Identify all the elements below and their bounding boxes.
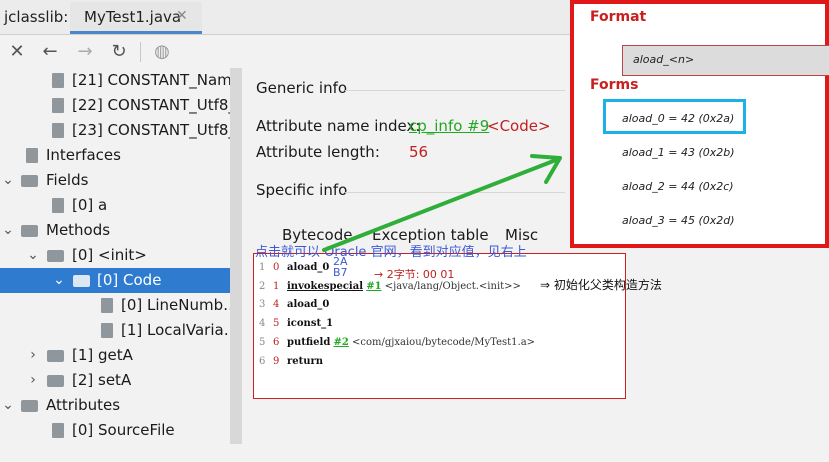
browser-icon[interactable]: ◍ <box>150 40 174 64</box>
tree-item-label: [22] CONSTANT_Utf8_… <box>72 96 230 114</box>
folder-icon <box>21 400 38 412</box>
tree-item-label: Interfaces <box>46 146 121 164</box>
tree-item-label: [1] LocalVaria… <box>121 321 230 339</box>
form-entry: aload_2 = 44 (0x2c) <box>622 180 734 193</box>
tree-item-label: [23] CONSTANT_Utf8_… <box>72 121 230 139</box>
generic-info-heading: Generic info <box>256 79 348 97</box>
file-icon <box>52 123 64 138</box>
back-arrow-icon[interactable]: ← <box>38 40 62 64</box>
form-entry: aload_0 = 42 (0x2a) <box>622 112 735 125</box>
chevron-right-icon[interactable]: › <box>26 368 40 393</box>
tree-scrollbar[interactable] <box>230 68 242 444</box>
instruction-link[interactable]: invokespecial <box>287 281 363 292</box>
annotation-two-bytes: → 2字节: 00 01 <box>374 268 455 281</box>
tree-item-label: [0] LineNumb… <box>121 296 230 314</box>
active-tab-indicator <box>70 31 202 34</box>
bytecode-line: 6 9 return <box>259 356 324 367</box>
annotation-init-note: ⇒ 初始化父类构造方法 <box>540 278 662 292</box>
folder-icon <box>47 375 64 387</box>
chevron-down-icon[interactable]: ⌄ <box>1 218 15 243</box>
tree-item-label: Attributes <box>46 396 121 414</box>
tree-item-selected[interactable]: ⌄ [0] Code <box>0 268 230 293</box>
tree-item-label: [0] Code <box>97 271 162 289</box>
class-structure-tree: [21] CONSTANT_Nam… [22] CONSTANT_Utf8_… … <box>0 68 243 462</box>
folder-icon <box>47 350 64 362</box>
tree-item[interactable]: [22] CONSTANT_Utf8_… <box>0 93 230 118</box>
tree-item[interactable]: [23] CONSTANT_Utf8_… <box>0 118 230 143</box>
tree-item[interactable]: [0] a <box>0 193 230 218</box>
constant-pool-ref-link[interactable]: #1 <box>366 281 381 292</box>
chevron-down-icon[interactable]: ⌄ <box>26 243 40 268</box>
chevron-right-icon[interactable]: › <box>26 343 40 368</box>
file-icon <box>52 73 64 88</box>
file-icon <box>101 298 113 313</box>
forward-arrow-icon[interactable]: → <box>73 40 97 64</box>
forms-heading: Forms <box>590 77 639 93</box>
folder-icon <box>73 275 90 287</box>
bytecode-line: 3 4 aload_0 <box>259 299 330 310</box>
bytecode-line: 4 5 iconst_1 <box>259 318 334 329</box>
tree-item[interactable]: › [2] setA <box>0 368 230 393</box>
tree-item-attributes[interactable]: ⌄ Attributes <box>0 393 230 418</box>
chevron-down-icon[interactable]: ⌄ <box>1 393 15 418</box>
tree-item-fields[interactable]: ⌄ Fields <box>0 168 230 193</box>
tree-item[interactable]: [21] CONSTANT_Nam… <box>0 68 230 93</box>
bytecode-line: 2 1 invokespecial #1 <java/lang/Object.<in… <box>259 281 521 292</box>
tree-item[interactable]: [0] SourceFile <box>0 418 230 443</box>
green-arrow <box>322 154 562 252</box>
tree-item-label: Fields <box>46 171 89 189</box>
chevron-down-icon[interactable]: ⌄ <box>52 268 66 293</box>
close-icon[interactable]: ✕ <box>5 40 29 64</box>
tree-item-label: [0] <init> <box>72 246 147 264</box>
tree-item[interactable]: ⌄ [0] <init> <box>0 243 230 268</box>
divider <box>345 90 565 91</box>
attribute-name-value: <Code> <box>487 117 551 135</box>
refresh-icon[interactable]: ↻ <box>107 40 131 64</box>
tree-item-methods[interactable]: ⌄ Methods <box>0 218 230 243</box>
close-tab-icon[interactable]: ✕ <box>176 8 188 24</box>
folder-icon <box>21 175 38 187</box>
file-icon <box>52 423 64 438</box>
tree-item[interactable]: › [1] getA <box>0 343 230 368</box>
tab-label[interactable]: MyTest1.java <box>84 8 181 26</box>
form-entry: aload_3 = 45 (0x2d) <box>622 214 735 227</box>
format-text: aload_<n> <box>633 53 695 66</box>
tree-item[interactable]: [1] LocalVaria… <box>0 318 230 343</box>
constant-pool-ref-link[interactable]: #2 <box>334 337 349 348</box>
attribute-name-index-label: Attribute name index: <box>256 117 421 135</box>
file-icon <box>26 148 38 163</box>
tree-item-label: [0] a <box>72 196 108 214</box>
form-entry: aload_1 = 43 (0x2b) <box>622 146 735 159</box>
file-icon <box>101 323 113 338</box>
tree-item-label: Methods <box>46 221 111 239</box>
folder-icon <box>47 250 64 262</box>
file-icon <box>52 198 64 213</box>
chevron-down-icon[interactable]: ⌄ <box>1 168 15 193</box>
cp-info-link[interactable]: cp_info #9 <box>409 117 489 135</box>
bytecode-line: 5 6 putfield #2 <com/gjxaiou/bytecode/MyTe… <box>259 337 536 348</box>
annotation-byte-values: 2A B7 <box>333 255 348 279</box>
tree-item-label: [1] getA <box>72 346 133 364</box>
format-heading: Format <box>590 9 647 25</box>
tree-item-label: [2] setA <box>72 371 132 389</box>
tree-item-label: [0] SourceFile <box>72 421 175 439</box>
file-icon <box>52 98 64 113</box>
plugin-title: jclasslib: <box>4 8 69 26</box>
toolbar-separator <box>140 42 141 62</box>
bytecode-line: 1 0 aload_0 <box>259 262 330 273</box>
folder-icon <box>21 225 38 237</box>
tree-item[interactable]: [0] LineNumb… <box>0 293 230 318</box>
tree-item-interfaces[interactable]: Interfaces <box>0 143 230 168</box>
tree-item-label: [21] CONSTANT_Nam… <box>72 71 230 89</box>
